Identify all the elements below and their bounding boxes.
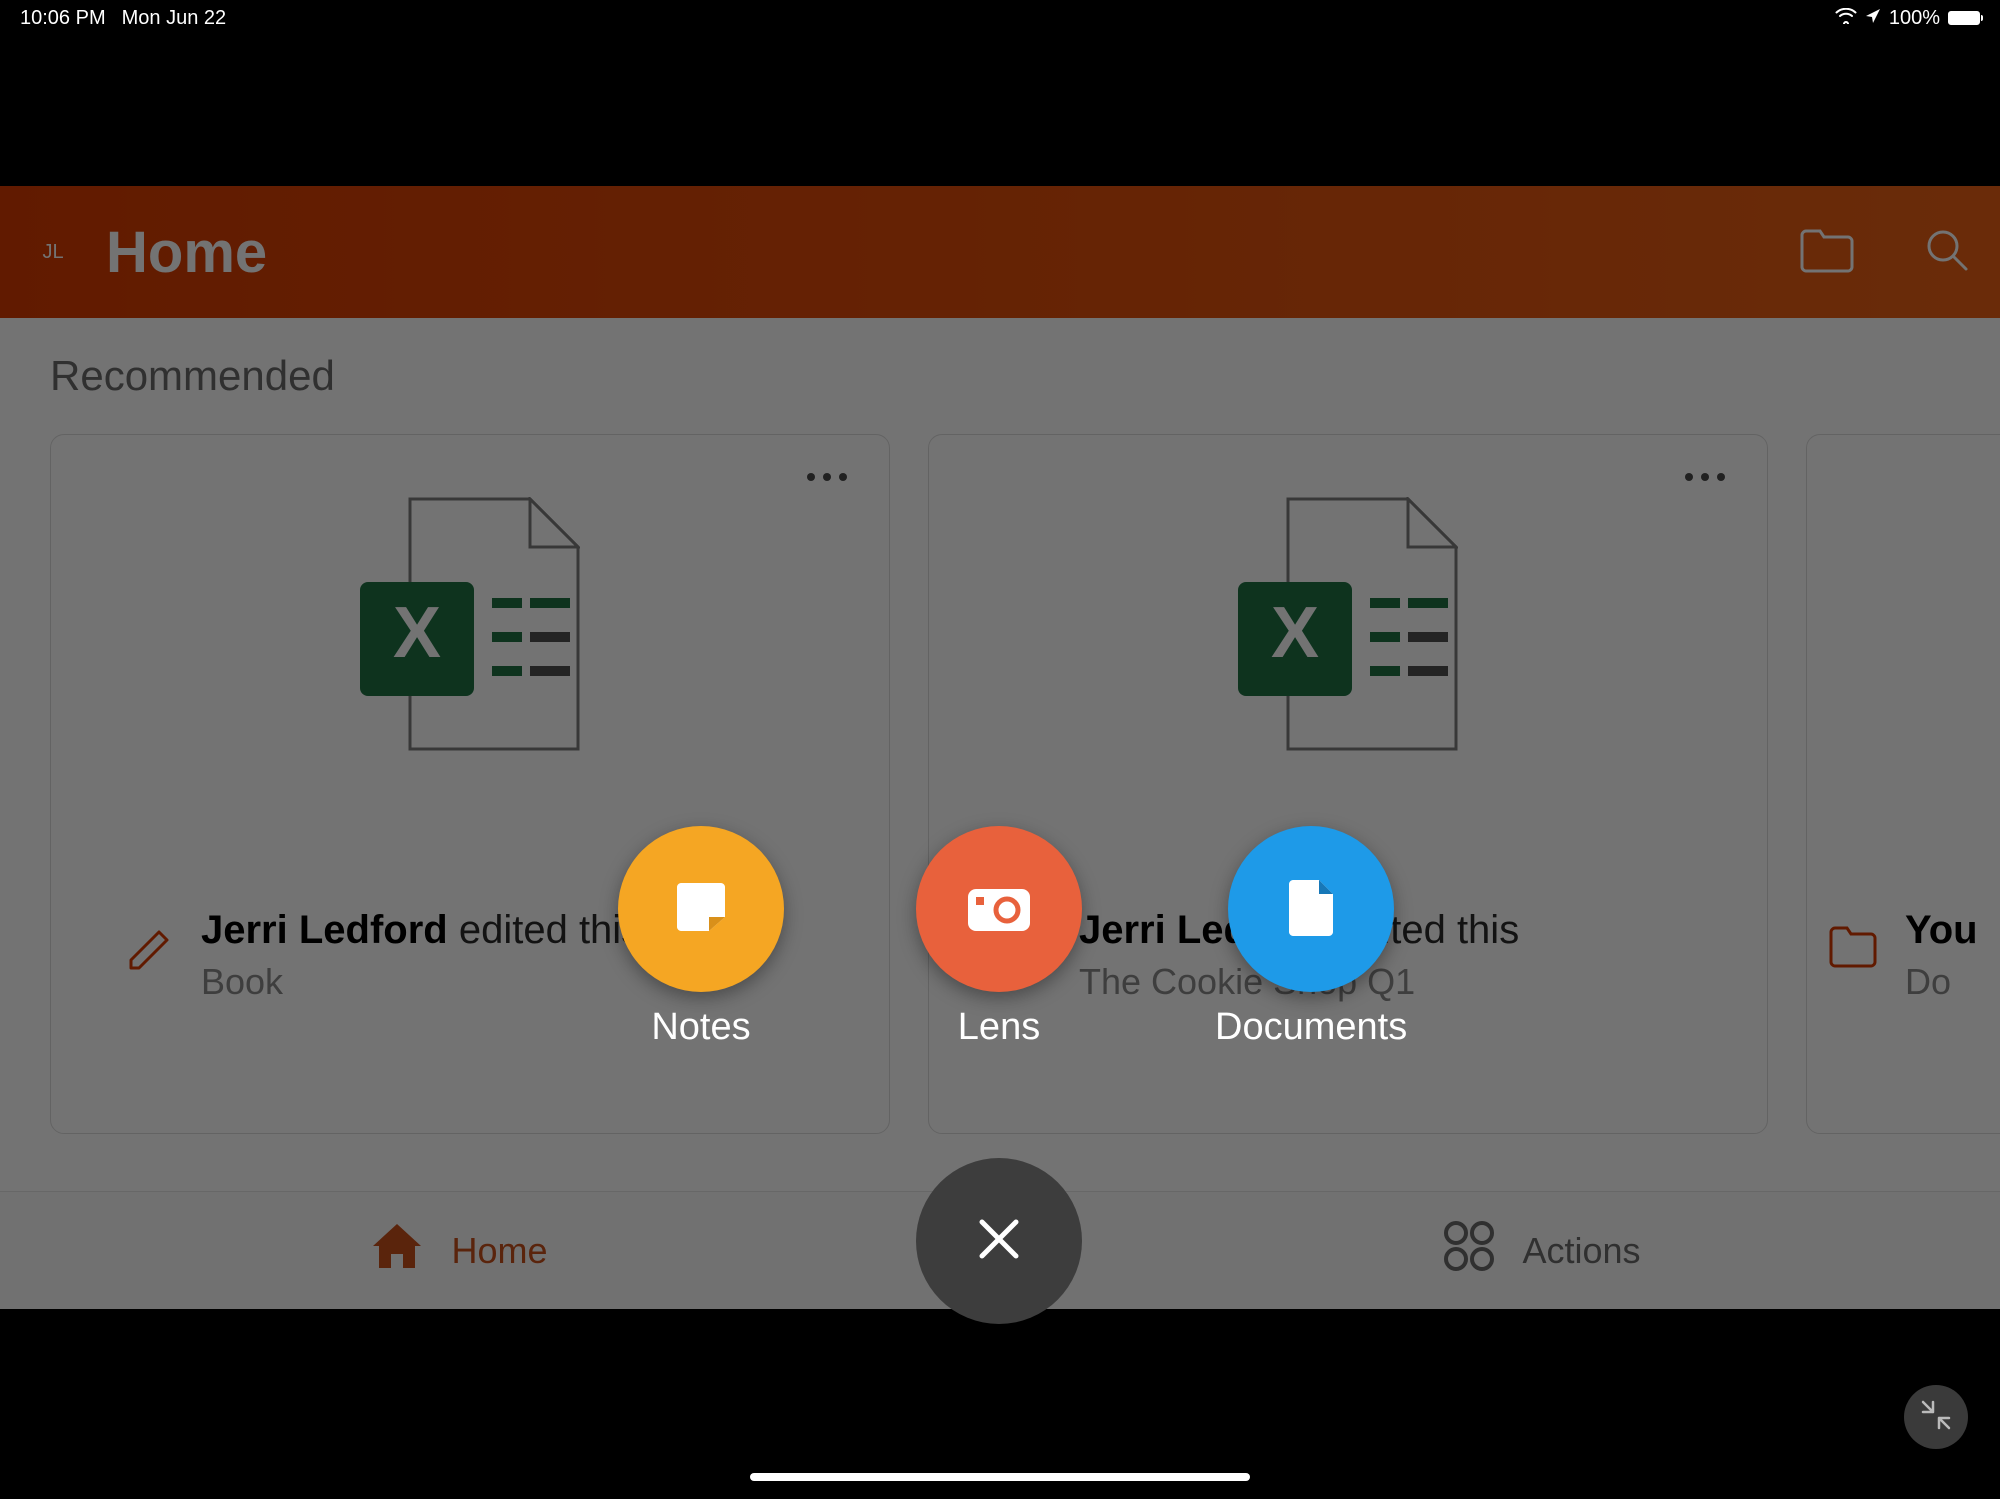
status-bar: 10:06 PM Mon Jun 22 100% [0,0,2000,36]
pip-collapse-button[interactable] [1904,1385,1968,1449]
status-time: 10:06 PM [20,7,106,30]
fab-notes[interactable]: Notes [618,826,784,1049]
battery-icon [1948,11,1980,25]
notes-icon [671,877,731,942]
location-icon [1865,8,1881,29]
fab-documents-label: Documents [1215,1006,1407,1049]
home-indicator[interactable] [750,1473,1250,1481]
lens-icon [964,879,1034,940]
wifi-icon [1835,8,1857,29]
fab-lens-label: Lens [958,1006,1040,1049]
modal-overlay[interactable] [0,36,2000,1309]
fab-lens[interactable]: Lens [916,826,1082,1049]
fab-notes-label: Notes [651,1006,750,1049]
status-date: Mon Jun 22 [122,7,227,30]
fab-close-button[interactable] [916,1158,1082,1324]
fab-documents[interactable]: Documents [1215,826,1407,1049]
documents-icon [1285,876,1337,943]
close-icon [974,1214,1024,1269]
status-battery-percent: 100% [1889,7,1940,30]
collapse-icon [1919,1398,1953,1437]
